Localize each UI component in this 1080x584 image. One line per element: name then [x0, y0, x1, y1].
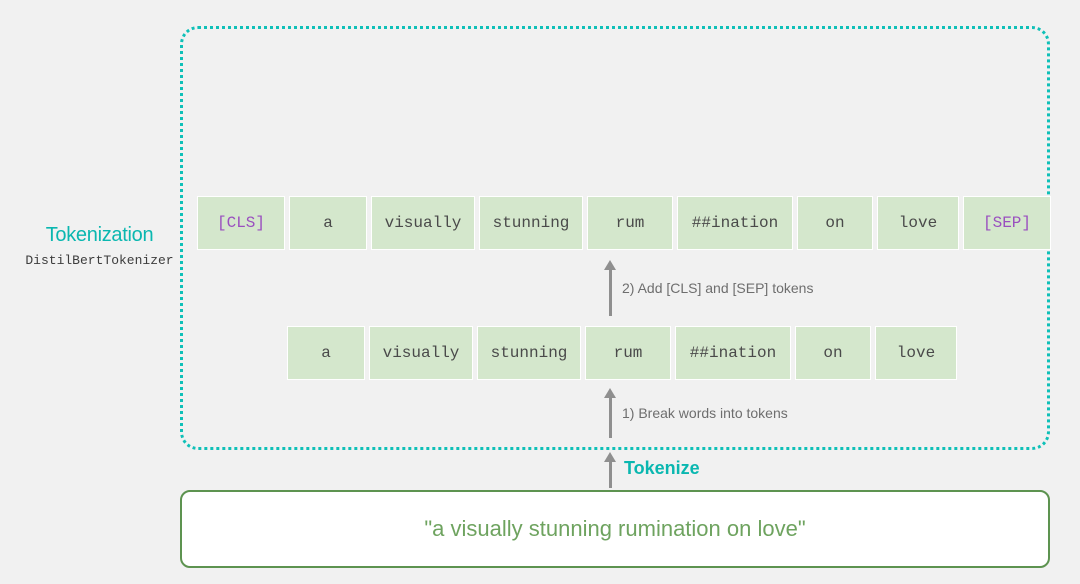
arrow-head-icon — [604, 452, 616, 462]
input-sentence: "a visually stunning rumination on love" — [424, 516, 805, 542]
token: stunning — [479, 196, 583, 250]
arrow-shaft-icon — [609, 270, 612, 316]
token: on — [795, 326, 871, 380]
arrow-shaft-icon — [609, 398, 612, 438]
token: a — [287, 326, 365, 380]
tokens-row-with-special: [CLS]avisuallystunningrum##inationonlove… — [197, 196, 1051, 250]
token: on — [797, 196, 873, 250]
tokenization-title: Tokenization — [22, 224, 177, 247]
token: ##ination — [675, 326, 791, 380]
tokenize-label: Tokenize — [624, 458, 700, 479]
tokenizer-class: DistilBertTokenizer — [22, 253, 177, 268]
token: love — [875, 326, 957, 380]
arrow-head-icon — [604, 388, 616, 398]
step1-label: 1) Break words into tokens — [622, 405, 788, 421]
token: love — [877, 196, 959, 250]
arrow-shaft-icon — [609, 462, 612, 488]
token: visually — [369, 326, 473, 380]
input-sentence-box: "a visually stunning rumination on love" — [180, 490, 1050, 568]
tokenization-label: Tokenization DistilBertTokenizer — [22, 224, 177, 268]
arrow-step1: 1) Break words into tokens — [604, 388, 616, 438]
arrow-tokenize — [604, 452, 616, 488]
token: a — [289, 196, 367, 250]
token-special: [SEP] — [963, 196, 1051, 250]
token: rum — [587, 196, 673, 250]
token: ##ination — [677, 196, 793, 250]
tokens-row-plain: avisuallystunningrum##inationonlove — [287, 326, 957, 380]
token-special: [CLS] — [197, 196, 285, 250]
token: rum — [585, 326, 671, 380]
token: visually — [371, 196, 475, 250]
token: stunning — [477, 326, 581, 380]
arrow-head-icon — [604, 260, 616, 270]
step2-label: 2) Add [CLS] and [SEP] tokens — [622, 280, 813, 296]
arrow-step2: 2) Add [CLS] and [SEP] tokens — [604, 260, 616, 316]
